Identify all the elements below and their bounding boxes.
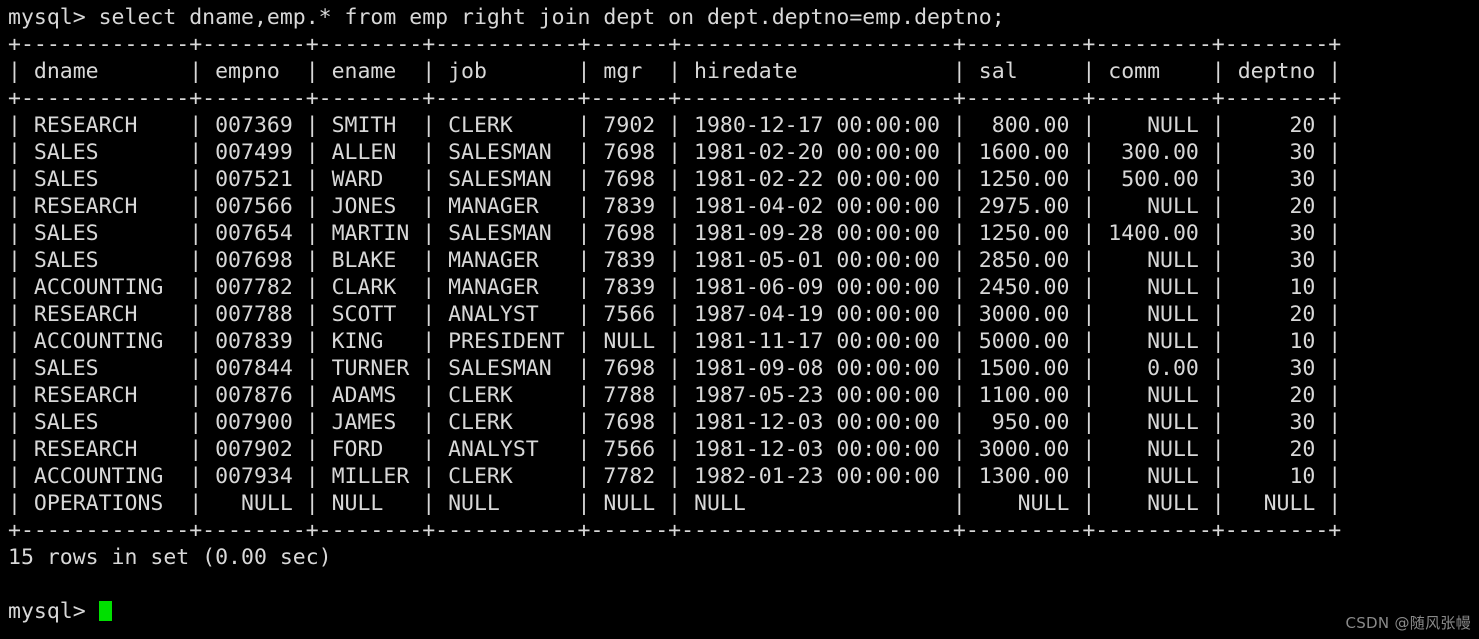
table-row: | ACCOUNTING | 007782 | CLARK | MANAGER … bbox=[8, 275, 1342, 300]
terminal-window[interactable]: mysql> select dname,emp.* from emp right… bbox=[0, 0, 1479, 639]
table-row: | RESEARCH | 007566 | JONES | MANAGER | … bbox=[8, 194, 1342, 219]
table-row: | SALES | 007900 | JAMES | CLERK | 7698 … bbox=[8, 410, 1342, 435]
table-row: | ACCOUNTING | 007839 | KING | PRESIDENT… bbox=[8, 329, 1342, 354]
table-row: | RESEARCH | 007876 | ADAMS | CLERK | 77… bbox=[8, 383, 1342, 408]
table-header-row: | dname | empno | ename | job | mgr | hi… bbox=[8, 59, 1342, 84]
table-row: | ACCOUNTING | 007934 | MILLER | CLERK |… bbox=[8, 464, 1342, 489]
table-row: | SALES | 007698 | BLAKE | MANAGER | 783… bbox=[8, 248, 1342, 273]
table-row: | OPERATIONS | NULL | NULL | NULL | NULL… bbox=[8, 491, 1342, 516]
table-row: | RESEARCH | 007369 | SMITH | CLERK | 79… bbox=[8, 113, 1342, 138]
prompt-label: mysql> bbox=[8, 599, 99, 624]
table-row: | RESEARCH | 007902 | FORD | ANALYST | 7… bbox=[8, 437, 1342, 462]
table-header-separator: +-------------+--------+--------+-------… bbox=[8, 86, 1342, 111]
table-row: | SALES | 007499 | ALLEN | SALESMAN | 76… bbox=[8, 140, 1342, 165]
table-row: | SALES | 007844 | TURNER | SALESMAN | 7… bbox=[8, 356, 1342, 381]
shell-prompt-line[interactable]: mysql> bbox=[8, 598, 1479, 625]
table-body: | RESEARCH | 007369 | SMITH | CLERK | 79… bbox=[8, 112, 1479, 517]
table-top-border: +-------------+--------+--------+-------… bbox=[8, 32, 1342, 57]
status-line: 15 rows in set (0.00 sec) bbox=[8, 545, 332, 570]
table-bottom-border: +-------------+--------+--------+-------… bbox=[8, 518, 1342, 543]
table-row: | SALES | 007654 | MARTIN | SALESMAN | 7… bbox=[8, 221, 1342, 246]
csdn-watermark: CSDN @随风张幔 bbox=[1345, 614, 1471, 632]
table-row: | SALES | 007521 | WARD | SALESMAN | 769… bbox=[8, 167, 1342, 192]
command-line: mysql> select dname,emp.* from emp right… bbox=[8, 5, 1005, 30]
table-row: | RESEARCH | 007788 | SCOTT | ANALYST | … bbox=[8, 302, 1342, 327]
block-cursor-icon bbox=[98, 601, 112, 621]
